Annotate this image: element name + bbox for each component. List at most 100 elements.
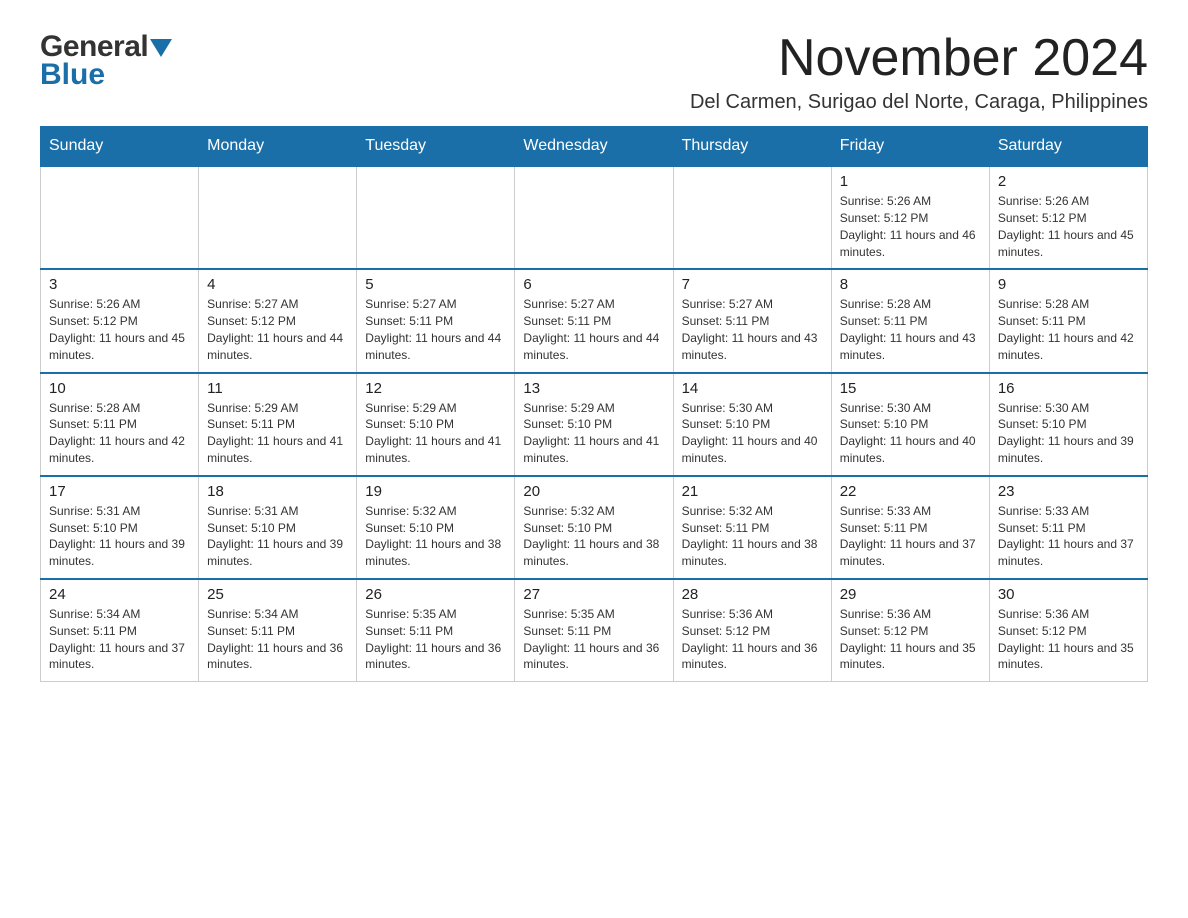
day-info: Sunrise: 5:35 AM Sunset: 5:11 PM Dayligh… xyxy=(365,606,506,673)
day-number: 23 xyxy=(998,483,1139,500)
week-row-1: 1 Sunrise: 5:26 AM Sunset: 5:12 PM Daylig… xyxy=(41,166,1148,269)
calendar-cell-1-5 xyxy=(673,166,831,269)
calendar-cell-1-2 xyxy=(199,166,357,269)
calendar-cell-5-1: 24 Sunrise: 5:34 AM Sunset: 5:11 PM Dayli… xyxy=(41,579,199,682)
day-info: Sunrise: 5:27 AM Sunset: 5:12 PM Dayligh… xyxy=(207,296,348,363)
calendar-cell-4-3: 19 Sunrise: 5:32 AM Sunset: 5:10 PM Dayli… xyxy=(357,476,515,579)
calendar-cell-2-1: 3Sunrise: 5:26 AM Sunset: 5:12 PM Daylig… xyxy=(41,269,199,372)
day-number: 10 xyxy=(49,380,190,397)
week-row-3: 10 Sunrise: 5:28 AM Sunset: 5:11 PM Dayli… xyxy=(41,373,1148,476)
day-number: 11 xyxy=(207,380,348,397)
day-info: Sunrise: 5:27 AM Sunset: 5:11 PM Dayligh… xyxy=(365,296,506,363)
day-info: Sunrise: 5:29 AM Sunset: 5:10 PM Dayligh… xyxy=(365,400,506,467)
day-number: 7 xyxy=(682,276,823,293)
day-info: Sunrise: 5:34 AM Sunset: 5:11 PM Dayligh… xyxy=(49,606,190,673)
calendar-cell-5-3: 26 Sunrise: 5:35 AM Sunset: 5:11 PM Dayli… xyxy=(357,579,515,682)
day-info: Sunrise: 5:29 AM Sunset: 5:10 PM Dayligh… xyxy=(523,400,664,467)
location-subtitle: Del Carmen, Surigao del Norte, Caraga, P… xyxy=(690,91,1148,114)
day-number: 24 xyxy=(49,586,190,603)
day-number: 20 xyxy=(523,483,664,500)
day-number: 5 xyxy=(365,276,506,293)
day-number: 29 xyxy=(840,586,981,603)
calendar-cell-1-3 xyxy=(357,166,515,269)
weekday-header-monday: Monday xyxy=(199,127,357,167)
calendar-cell-1-6: 1 Sunrise: 5:26 AM Sunset: 5:12 PM Daylig… xyxy=(831,166,989,269)
calendar-cell-4-1: 17 Sunrise: 5:31 AM Sunset: 5:10 PM Dayli… xyxy=(41,476,199,579)
day-info: Sunrise: 5:34 AM Sunset: 5:11 PM Dayligh… xyxy=(207,606,348,673)
day-number: 26 xyxy=(365,586,506,603)
day-number: 9 xyxy=(998,276,1139,293)
day-info: Sunrise: 5:35 AM Sunset: 5:11 PM Dayligh… xyxy=(523,606,664,673)
month-year-title: November 2024 xyxy=(690,30,1148,87)
day-number: 14 xyxy=(682,380,823,397)
day-number: 15 xyxy=(840,380,981,397)
day-info: Sunrise: 5:31 AM Sunset: 5:10 PM Dayligh… xyxy=(207,503,348,570)
day-number: 17 xyxy=(49,483,190,500)
calendar-cell-5-7: 30 Sunrise: 5:36 AM Sunset: 5:12 PM Dayli… xyxy=(989,579,1147,682)
day-number: 16 xyxy=(998,380,1139,397)
logo: General Blue xyxy=(40,30,172,90)
calendar-cell-2-2: 4Sunrise: 5:27 AM Sunset: 5:12 PM Daylig… xyxy=(199,269,357,372)
calendar-cell-3-2: 11 Sunrise: 5:29 AM Sunset: 5:11 PM Dayli… xyxy=(199,373,357,476)
day-info: Sunrise: 5:36 AM Sunset: 5:12 PM Dayligh… xyxy=(682,606,823,673)
calendar-cell-2-5: 7 Sunrise: 5:27 AM Sunset: 5:11 PM Daylig… xyxy=(673,269,831,372)
calendar-cell-5-4: 27Sunrise: 5:35 AM Sunset: 5:11 PM Dayli… xyxy=(515,579,673,682)
day-info: Sunrise: 5:26 AM Sunset: 5:12 PM Dayligh… xyxy=(840,193,981,260)
calendar-cell-3-3: 12 Sunrise: 5:29 AM Sunset: 5:10 PM Dayli… xyxy=(357,373,515,476)
calendar-cell-4-4: 20 Sunrise: 5:32 AM Sunset: 5:10 PM Dayli… xyxy=(515,476,673,579)
day-number: 18 xyxy=(207,483,348,500)
week-row-4: 17 Sunrise: 5:31 AM Sunset: 5:10 PM Dayli… xyxy=(41,476,1148,579)
day-number: 30 xyxy=(998,586,1139,603)
week-row-2: 3Sunrise: 5:26 AM Sunset: 5:12 PM Daylig… xyxy=(41,269,1148,372)
logo-blue-text: Blue xyxy=(40,60,105,90)
day-info: Sunrise: 5:27 AM Sunset: 5:11 PM Dayligh… xyxy=(682,296,823,363)
calendar-cell-4-2: 18 Sunrise: 5:31 AM Sunset: 5:10 PM Dayli… xyxy=(199,476,357,579)
day-info: Sunrise: 5:32 AM Sunset: 5:11 PM Dayligh… xyxy=(682,503,823,570)
day-number: 12 xyxy=(365,380,506,397)
day-info: Sunrise: 5:28 AM Sunset: 5:11 PM Dayligh… xyxy=(49,400,190,467)
day-info: Sunrise: 5:36 AM Sunset: 5:12 PM Dayligh… xyxy=(840,606,981,673)
day-info: Sunrise: 5:33 AM Sunset: 5:11 PM Dayligh… xyxy=(998,503,1139,570)
calendar-cell-4-6: 22 Sunrise: 5:33 AM Sunset: 5:11 PM Dayli… xyxy=(831,476,989,579)
calendar-cell-1-4 xyxy=(515,166,673,269)
calendar-cell-5-5: 28Sunrise: 5:36 AM Sunset: 5:12 PM Dayli… xyxy=(673,579,831,682)
day-number: 22 xyxy=(840,483,981,500)
day-info: Sunrise: 5:36 AM Sunset: 5:12 PM Dayligh… xyxy=(998,606,1139,673)
weekday-header-friday: Friday xyxy=(831,127,989,167)
day-number: 8 xyxy=(840,276,981,293)
day-info: Sunrise: 5:29 AM Sunset: 5:11 PM Dayligh… xyxy=(207,400,348,467)
day-number: 19 xyxy=(365,483,506,500)
day-info: Sunrise: 5:26 AM Sunset: 5:12 PM Dayligh… xyxy=(998,193,1139,260)
title-block: November 2024 Del Carmen, Surigao del No… xyxy=(690,30,1148,114)
calendar-cell-1-7: 2Sunrise: 5:26 AM Sunset: 5:12 PM Daylig… xyxy=(989,166,1147,269)
day-number: 21 xyxy=(682,483,823,500)
day-info: Sunrise: 5:33 AM Sunset: 5:11 PM Dayligh… xyxy=(840,503,981,570)
calendar-cell-3-4: 13 Sunrise: 5:29 AM Sunset: 5:10 PM Dayli… xyxy=(515,373,673,476)
calendar-cell-2-3: 5 Sunrise: 5:27 AM Sunset: 5:11 PM Daylig… xyxy=(357,269,515,372)
calendar-cell-5-6: 29 Sunrise: 5:36 AM Sunset: 5:12 PM Dayli… xyxy=(831,579,989,682)
calendar-cell-3-7: 16 Sunrise: 5:30 AM Sunset: 5:10 PM Dayli… xyxy=(989,373,1147,476)
calendar-cell-4-7: 23 Sunrise: 5:33 AM Sunset: 5:11 PM Dayli… xyxy=(989,476,1147,579)
day-info: Sunrise: 5:30 AM Sunset: 5:10 PM Dayligh… xyxy=(840,400,981,467)
day-info: Sunrise: 5:32 AM Sunset: 5:10 PM Dayligh… xyxy=(523,503,664,570)
weekday-header-sunday: Sunday xyxy=(41,127,199,167)
day-number: 6 xyxy=(523,276,664,293)
day-info: Sunrise: 5:27 AM Sunset: 5:11 PM Dayligh… xyxy=(523,296,664,363)
day-info: Sunrise: 5:30 AM Sunset: 5:10 PM Dayligh… xyxy=(998,400,1139,467)
day-info: Sunrise: 5:28 AM Sunset: 5:11 PM Dayligh… xyxy=(998,296,1139,363)
calendar-table: SundayMondayTuesdayWednesdayThursdayFrid… xyxy=(40,126,1148,682)
calendar-cell-1-1 xyxy=(41,166,199,269)
day-info: Sunrise: 5:30 AM Sunset: 5:10 PM Dayligh… xyxy=(682,400,823,467)
day-info: Sunrise: 5:32 AM Sunset: 5:10 PM Dayligh… xyxy=(365,503,506,570)
weekday-header-wednesday: Wednesday xyxy=(515,127,673,167)
calendar-cell-2-4: 6 Sunrise: 5:27 AM Sunset: 5:11 PM Daylig… xyxy=(515,269,673,372)
weekday-header-row: SundayMondayTuesdayWednesdayThursdayFrid… xyxy=(41,127,1148,167)
calendar-cell-4-5: 21 Sunrise: 5:32 AM Sunset: 5:11 PM Dayli… xyxy=(673,476,831,579)
page-header: General Blue November 2024 Del Carmen, S… xyxy=(40,30,1148,114)
calendar-cell-5-2: 25Sunrise: 5:34 AM Sunset: 5:11 PM Dayli… xyxy=(199,579,357,682)
day-number: 3 xyxy=(49,276,190,293)
day-number: 13 xyxy=(523,380,664,397)
day-number: 1 xyxy=(840,173,981,190)
calendar-cell-3-5: 14 Sunrise: 5:30 AM Sunset: 5:10 PM Dayli… xyxy=(673,373,831,476)
day-info: Sunrise: 5:31 AM Sunset: 5:10 PM Dayligh… xyxy=(49,503,190,570)
